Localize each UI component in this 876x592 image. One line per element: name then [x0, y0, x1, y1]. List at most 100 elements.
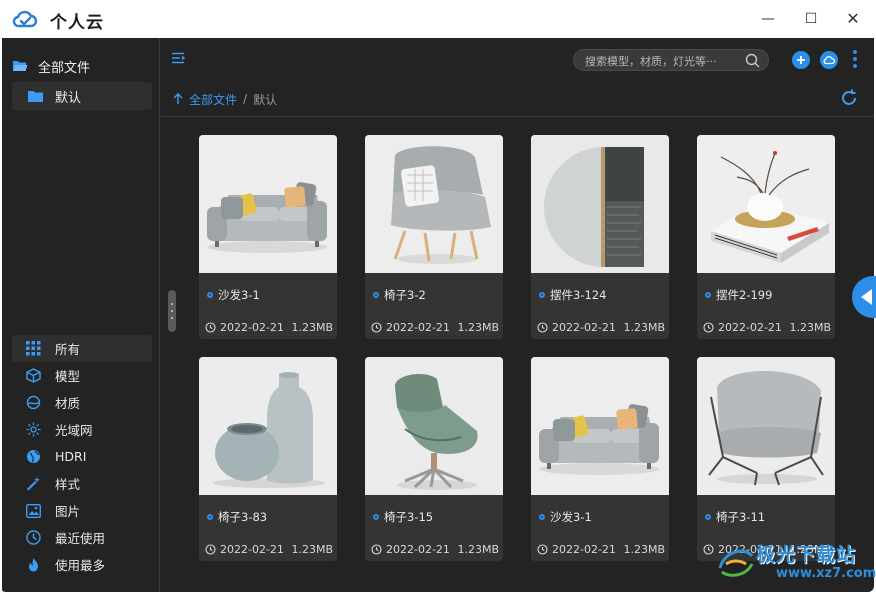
clock-icon: [371, 544, 382, 555]
thumbnail: [697, 357, 835, 495]
search-box[interactable]: 搜索模型，材质，灯光等···: [573, 49, 769, 71]
file-card[interactable]: 椅子3-11 2022-02-21 1.23MB: [697, 357, 835, 561]
category-materials[interactable]: 材质: [12, 389, 152, 416]
file-size: 1.23MB: [789, 321, 831, 334]
file-date: 2022-02-21: [220, 321, 284, 334]
more-options-icon[interactable]: [853, 50, 857, 70]
file-name: 椅子3-83: [207, 509, 267, 525]
file-size: 1.23MB: [291, 321, 333, 334]
breadcrumb-separator: /: [243, 92, 248, 106]
clock-icon: [205, 322, 216, 333]
watermark-text: 极光下载站: [756, 544, 857, 566]
clock-icon: [205, 544, 216, 555]
search-icon[interactable]: [745, 53, 760, 68]
thumbnail: [365, 357, 503, 495]
globe-icon: [27, 450, 40, 463]
menu-collapse-icon[interactable]: [171, 52, 185, 64]
clock-icon: [371, 322, 382, 333]
category-styles[interactable]: 样式: [12, 470, 152, 497]
file-date: 2022-02-21: [220, 543, 284, 556]
egg-chair-thumbnail: [365, 357, 503, 495]
sofa-thumbnail: [531, 357, 669, 495]
category-recent[interactable]: 最近使用: [12, 524, 152, 551]
file-name-text: 沙发3-1: [218, 288, 260, 302]
status-dot-icon: [207, 514, 213, 520]
app-window: 个人云 — ☐ ✕ 全部文件 默认 所有 模型 材质 光域网 HDRI 样式 图…: [0, 0, 876, 592]
file-card[interactable]: 沙发3-1 2022-02-21 1.23MB: [531, 357, 669, 561]
category-ies[interactable]: 光域网: [12, 416, 152, 443]
file-name-text: 椅子3-83: [218, 510, 268, 524]
thumbnail: [365, 135, 503, 273]
status-dot-icon: [539, 514, 545, 520]
file-name-text: 摆件3-124: [550, 288, 607, 302]
vases-thumbnail: [199, 357, 337, 495]
clock-icon: [703, 544, 714, 555]
file-size: 1.23MB: [457, 543, 499, 556]
file-meta: 2022-02-21 1.23MB: [371, 321, 499, 334]
thumbnail: [199, 357, 337, 495]
refresh-icon[interactable]: [839, 88, 859, 108]
category-hdri[interactable]: HDRI: [12, 443, 152, 470]
thumbnail: [697, 135, 835, 273]
watermark-url: www.xz7.com: [776, 566, 876, 581]
file-card[interactable]: 椅子3-83 2022-02-21 1.23MB: [199, 357, 337, 561]
category-models[interactable]: 模型: [12, 362, 152, 389]
status-dot-icon: [539, 292, 545, 298]
breadcrumb-root[interactable]: 全部文件: [189, 91, 237, 108]
sidebar-item-default[interactable]: 默认: [12, 82, 152, 110]
watermark-logo-icon: [718, 549, 754, 577]
sidebar-item-label: 全部文件: [38, 60, 91, 76]
category-label: 样式: [55, 477, 81, 492]
category-most-used[interactable]: 使用最多: [12, 551, 152, 578]
grid-icon: [26, 341, 41, 356]
light-icon: [26, 422, 41, 437]
file-card[interactable]: 摆件2-199 2022-02-21 1.23MB: [697, 135, 835, 339]
app-body: 全部文件 默认 所有 模型 材质 光域网 HDRI 样式 图片 最近使用 使用最…: [2, 38, 874, 592]
breadcrumb-current: 默认: [253, 92, 278, 107]
cloud-logo-icon: [12, 10, 38, 28]
file-name: 摆件2-199: [705, 287, 772, 303]
status-dot-icon: [207, 292, 213, 298]
app-title: 个人云: [50, 13, 104, 33]
thumbnail: [199, 135, 337, 273]
file-meta: 2022-02-21 1.23MB: [205, 321, 333, 334]
cloud-sync-button[interactable]: [820, 51, 838, 69]
file-date: 2022-02-21: [552, 543, 616, 556]
file-meta: 2022-02-21 1.23MB: [703, 321, 831, 334]
file-card[interactable]: 椅子3-15 2022-02-21 1.23MB: [365, 357, 503, 561]
category-label: 模型: [55, 369, 81, 384]
file-meta: 2022-02-21 1.23MB: [205, 543, 333, 556]
clock-icon: [537, 544, 548, 555]
clock-icon: [26, 530, 41, 545]
close-button[interactable]: ✕: [842, 8, 864, 30]
file-name: 沙发3-1: [539, 509, 592, 525]
file-card[interactable]: 摆件3-124 2022-02-21 1.23MB: [531, 135, 669, 339]
file-size: 1.23MB: [291, 543, 333, 556]
category-label: 最近使用: [55, 531, 106, 546]
file-card[interactable]: 椅子3-2 2022-02-21 1.23MB: [365, 135, 503, 339]
vase-books-thumbnail: [697, 135, 835, 273]
category-label: 所有: [55, 342, 81, 357]
file-name: 沙发3-1: [207, 287, 260, 303]
image-icon: [26, 503, 41, 518]
file-card[interactable]: 沙发3-1 2022-02-21 1.23MB: [199, 135, 337, 339]
lounge-chair-thumbnail: [365, 135, 503, 273]
sidebar-item-all-files[interactable]: 全部文件: [12, 56, 90, 76]
arrow-up-icon[interactable]: [173, 93, 183, 105]
file-date: 2022-02-21: [552, 321, 616, 334]
minimize-button[interactable]: —: [757, 8, 779, 30]
file-size: 1.23MB: [623, 543, 665, 556]
plus-icon: [797, 56, 805, 64]
main-panel: 搜索模型，材质，灯光等··· 全部文件 / 默认 沙发3-1 2022-02-2…: [161, 38, 874, 592]
file-name-text: 椅子3-11: [716, 510, 766, 524]
category-label: 图片: [55, 504, 81, 519]
file-date: 2022-02-21: [386, 321, 450, 334]
category-images[interactable]: 图片: [12, 497, 152, 524]
file-name: 摆件3-124: [539, 287, 606, 303]
maximize-button[interactable]: ☐: [800, 8, 822, 30]
file-name-text: 椅子3-15: [384, 510, 434, 524]
add-button[interactable]: [792, 51, 810, 69]
category-all[interactable]: 所有: [12, 335, 152, 362]
clock-icon: [537, 322, 548, 333]
file-name: 椅子3-2: [373, 287, 426, 303]
